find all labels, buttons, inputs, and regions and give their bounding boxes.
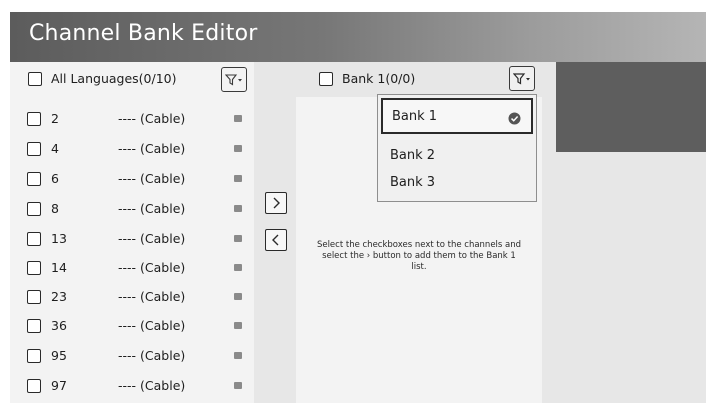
- channel-row[interactable]: 13 ---- (Cable): [10, 224, 254, 254]
- empty-list-hint: Select the checkboxes next to the channe…: [316, 240, 522, 272]
- remove-from-bank-button[interactable]: [265, 229, 287, 251]
- channel-number: 2: [51, 111, 59, 126]
- channel-number: 8: [51, 201, 59, 216]
- bank-option-2[interactable]: Bank 2: [378, 142, 536, 170]
- info-panel-light: [542, 152, 706, 403]
- channel-row[interactable]: 95 ---- (Cable): [10, 341, 254, 371]
- cable-source-icon: [234, 235, 242, 242]
- channel-row[interactable]: 8 ---- (Cable): [10, 194, 254, 224]
- bank-dropdown-menu: Bank 1 Bank 2 Bank 3: [377, 94, 537, 202]
- cable-source-icon: [234, 352, 242, 359]
- channel-name: ---- (Cable): [118, 378, 186, 393]
- channel-number: 6: [51, 171, 59, 186]
- left-filter-button[interactable]: [221, 67, 247, 92]
- bank-select-all-label: Bank 1(0/0): [342, 71, 416, 86]
- check-circle-icon: [508, 110, 521, 125]
- channel-row[interactable]: 2 ---- (Cable): [10, 104, 254, 134]
- channel-name: ---- (Cable): [118, 318, 186, 333]
- chevron-left-icon: [271, 231, 281, 250]
- channel-checkbox[interactable]: [27, 319, 41, 333]
- channel-name: ---- (Cable): [118, 141, 186, 156]
- page-title: Channel Bank Editor: [29, 21, 258, 46]
- channel-name: ---- (Cable): [118, 260, 186, 275]
- select-all-languages-label: All Languages(0/10): [51, 71, 177, 86]
- channel-number: 97: [51, 378, 67, 393]
- channel-checkbox[interactable]: [27, 349, 41, 363]
- cable-source-icon: [234, 115, 242, 122]
- channel-number: 95: [51, 348, 67, 363]
- bank-option-label: Bank 3: [390, 175, 436, 190]
- cable-source-icon: [234, 205, 242, 212]
- bank-option-3[interactable]: Bank 3: [378, 169, 536, 197]
- channel-name: ---- (Cable): [118, 289, 186, 304]
- channel-checkbox[interactable]: [27, 290, 41, 304]
- channel-checkbox[interactable]: [27, 172, 41, 186]
- channel-checkbox[interactable]: [27, 379, 41, 393]
- channel-checkbox[interactable]: [27, 202, 41, 216]
- bank-option-label: Bank 1: [392, 109, 438, 124]
- info-panel-dark: [556, 62, 706, 152]
- chevron-right-icon: [271, 194, 281, 213]
- cable-source-icon: [234, 293, 242, 300]
- cable-source-icon: [234, 175, 242, 182]
- title-bar: Channel Bank Editor: [10, 12, 706, 62]
- channel-row[interactable]: 4 ---- (Cable): [10, 134, 254, 164]
- bank-option-1[interactable]: Bank 1: [381, 98, 533, 134]
- cable-source-icon: [234, 382, 242, 389]
- channel-row[interactable]: 36 ---- (Cable): [10, 311, 254, 341]
- channel-checkbox[interactable]: [27, 112, 41, 126]
- channel-row[interactable]: 14 ---- (Cable): [10, 253, 254, 283]
- cable-source-icon: [234, 322, 242, 329]
- channel-number: 23: [51, 289, 67, 304]
- channel-name: ---- (Cable): [118, 348, 186, 363]
- channel-name: ---- (Cable): [118, 201, 186, 216]
- filter-icon: [225, 73, 243, 86]
- channel-name: ---- (Cable): [118, 111, 186, 126]
- filter-icon: [513, 72, 531, 85]
- divider-strip: [542, 62, 556, 152]
- channel-row[interactable]: 97 ---- (Cable): [10, 371, 254, 401]
- channel-name: ---- (Cable): [118, 171, 186, 186]
- bank-option-label: Bank 2: [390, 148, 436, 163]
- bank-filter-button[interactable]: [509, 66, 535, 91]
- channel-number: 4: [51, 141, 59, 156]
- cable-source-icon: [234, 145, 242, 152]
- cable-source-icon: [234, 264, 242, 271]
- channel-row[interactable]: 23 ---- (Cable): [10, 282, 254, 312]
- channel-row[interactable]: 6 ---- (Cable): [10, 164, 254, 194]
- select-all-bank-checkbox[interactable]: [319, 72, 333, 86]
- channel-number: 14: [51, 260, 67, 275]
- channel-number: 36: [51, 318, 67, 333]
- channel-number: 13: [51, 231, 67, 246]
- add-to-bank-button[interactable]: [265, 192, 287, 214]
- channel-checkbox[interactable]: [27, 261, 41, 275]
- channel-checkbox[interactable]: [27, 142, 41, 156]
- select-all-languages-checkbox[interactable]: [28, 72, 42, 86]
- channel-checkbox[interactable]: [27, 232, 41, 246]
- channel-name: ---- (Cable): [118, 231, 186, 246]
